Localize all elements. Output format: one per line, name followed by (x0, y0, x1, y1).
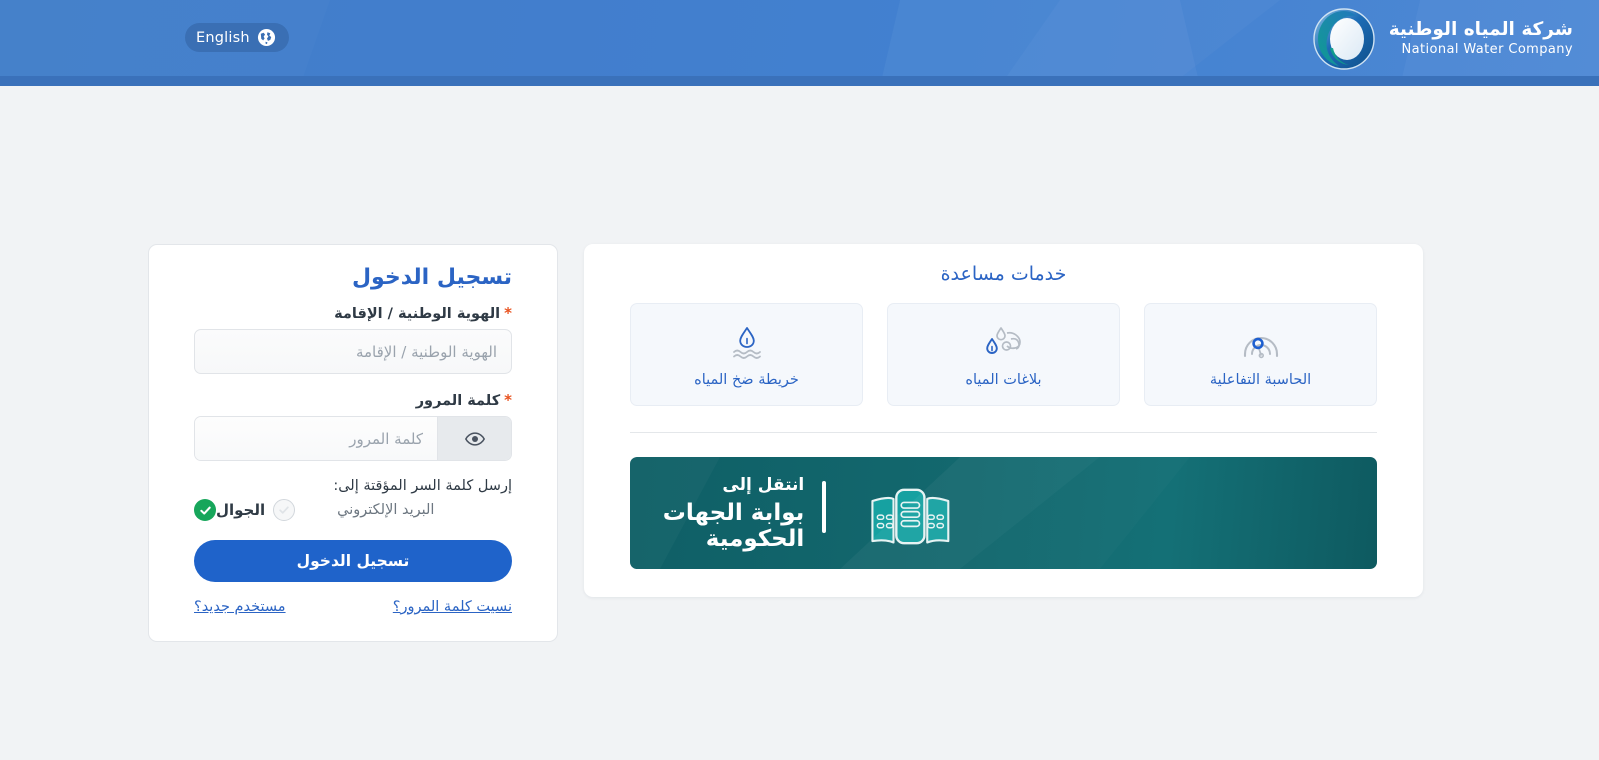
content-wrapper: تسجيل الدخول *الهوية الوطنية / الإقامة *… (148, 244, 1423, 642)
interactive-calculator-icon (1243, 336, 1278, 358)
required-asterisk: * (504, 391, 512, 409)
brand-text: شركة المياه الوطنية National Water Compa… (1389, 20, 1573, 57)
new-user-link[interactable]: مستخدم جديد؟ (194, 599, 286, 615)
help-services-tiles: خريطة ضخ المياه بلاغات المياه الحاسبة ال… (630, 303, 1377, 406)
check-icon (199, 506, 211, 515)
government-portal-text: انتقل إلى بوابة الجهات الحكومية (630, 474, 827, 552)
language-toggle-button[interactable]: English (185, 23, 289, 52)
nwc-logo-icon (1312, 8, 1375, 70)
service-tile-water-reports[interactable]: بلاغات المياه (887, 303, 1120, 406)
government-portal-line2: بوابة الجهات الحكومية (662, 499, 805, 552)
service-tile-water-pump-map[interactable]: خريطة ضخ المياه (630, 303, 863, 406)
forgot-password-link[interactable]: نسيت كلمة المرور؟ (393, 599, 512, 615)
password-visibility-toggle[interactable] (437, 417, 511, 460)
eye-icon (464, 431, 485, 446)
service-tile-interactive-calculator[interactable]: الحاسبة التفاعلية (1144, 303, 1377, 406)
brand-name-en: National Water Company (1401, 42, 1573, 58)
accent-bar (822, 480, 827, 533)
password-label: *كلمة المرور (194, 391, 512, 409)
otp-destination-label: إرسل كلمة السر المؤقتة إلى: (333, 478, 512, 494)
brand-name-ar: شركة المياه الوطنية (1388, 19, 1573, 41)
water-reports-icon (985, 326, 1021, 354)
otp-mobile-radio-selected[interactable] (194, 499, 216, 521)
language-toggle-label: English (196, 29, 250, 46)
password-label-text: كلمة المرور (415, 393, 501, 409)
check-icon-faded (279, 506, 289, 514)
required-asterisk: * (504, 304, 512, 322)
section-divider (630, 432, 1377, 433)
service-tile-label: خريطة ضخ المياه (694, 371, 799, 388)
brand-lockup: شركة المياه الوطنية National Water Compa… (1312, 8, 1573, 70)
government-portal-line1: انتقل إلى (722, 474, 805, 495)
help-services-title: خدمات مساعدة (940, 263, 1067, 285)
password-field-group (194, 416, 512, 461)
globe-icon (257, 28, 275, 47)
government-buildings-icon (871, 488, 950, 545)
service-tile-label: الحاسبة التفاعلية (1209, 371, 1312, 388)
login-title: تسجيل الدخول (351, 265, 512, 290)
water-pump-map-icon (732, 326, 761, 359)
login-submit-button[interactable]: تسجيل الدخول (194, 540, 512, 582)
national-id-label-text: الهوية الوطنية / الإقامة (334, 306, 501, 322)
otp-mobile-label[interactable]: الجوال (216, 501, 265, 519)
otp-email-radio[interactable] (273, 499, 296, 521)
login-card: تسجيل الدخول *الهوية الوطنية / الإقامة *… (148, 244, 558, 642)
help-services-card: خدمات مساعدة خريطة ضخ المياه بلاغات المي… (584, 244, 1423, 597)
otp-destination-options: الجوال البريد الإلكتروني (194, 499, 512, 521)
site-header: English شركة المياه الوطنية National Wat… (0, 0, 1599, 86)
national-id-input[interactable] (194, 329, 512, 374)
otp-email-label[interactable]: البريد الإلكتروني (337, 502, 434, 518)
header-bottom-strip (0, 76, 1599, 86)
national-id-label: *الهوية الوطنية / الإقامة (194, 304, 512, 322)
service-tile-label: بلاغات المياه (965, 371, 1042, 388)
page-body: تسجيل الدخول *الهوية الوطنية / الإقامة *… (0, 86, 1599, 760)
government-portal-banner[interactable]: انتقل إلى بوابة الجهات الحكومية (630, 457, 1377, 569)
login-links: مستخدم جديد؟ نسيت كلمة المرور؟ (194, 599, 512, 615)
password-input[interactable] (195, 417, 437, 460)
